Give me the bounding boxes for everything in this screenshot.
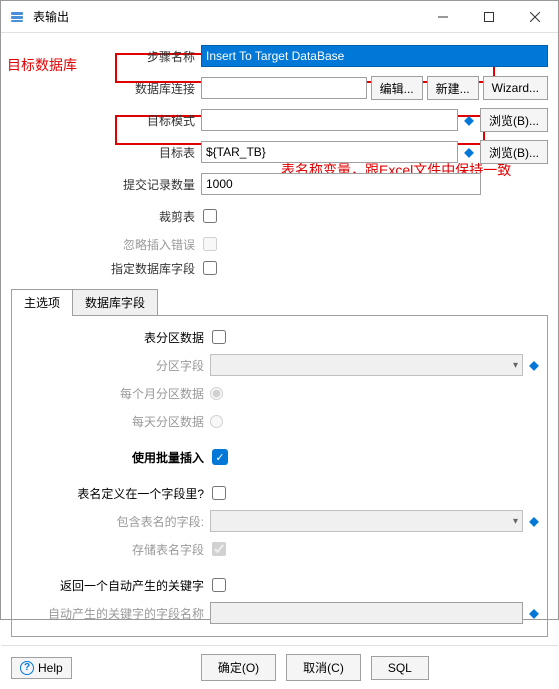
partition-checkbox[interactable] bbox=[212, 330, 226, 344]
diamond-icon: ◆ bbox=[462, 113, 476, 127]
target-table-label: 目标表 bbox=[11, 144, 201, 161]
diamond-icon: ◆ bbox=[527, 606, 541, 620]
specify-fields-label: 指定数据库字段 bbox=[11, 260, 201, 277]
app-icon bbox=[9, 9, 25, 25]
truncate-checkbox[interactable] bbox=[203, 209, 217, 223]
new-connection-button[interactable]: 新建... bbox=[427, 76, 479, 100]
diamond-icon: ◆ bbox=[462, 145, 476, 159]
monthly-partition-radio bbox=[210, 387, 223, 400]
return-key-checkbox[interactable] bbox=[212, 578, 226, 592]
truncate-label: 裁剪表 bbox=[11, 208, 201, 225]
tab-fields[interactable]: 数据库字段 bbox=[72, 289, 158, 315]
name-in-field-label: 表名定义在一个字段里? bbox=[18, 485, 210, 502]
browse-schema-button[interactable]: 浏览(B)... bbox=[480, 108, 548, 132]
commit-size-input[interactable] bbox=[201, 173, 481, 195]
specify-fields-checkbox[interactable] bbox=[203, 261, 217, 275]
return-key-label: 返回一个自动产生的关键字 bbox=[18, 577, 210, 594]
step-name-input[interactable] bbox=[201, 45, 548, 67]
wizard-button[interactable]: Wizard... bbox=[483, 76, 548, 100]
edit-connection-button[interactable]: 编辑... bbox=[371, 76, 423, 100]
name-field-label: 包含表名的字段: bbox=[18, 513, 210, 530]
ignore-errors-checkbox bbox=[203, 237, 217, 251]
connection-label: 数据库连接 bbox=[11, 80, 201, 97]
target-schema-label: 目标模式 bbox=[11, 112, 201, 129]
tab-main[interactable]: 主选项 bbox=[11, 289, 73, 315]
help-icon: ? bbox=[20, 661, 34, 675]
target-schema-input[interactable] bbox=[201, 109, 458, 131]
tab-body: 表分区数据 分区字段 ▾ ◆ 每个月分区数据 每天分区数据 使用批量插入 ✓ bbox=[11, 316, 548, 637]
partition-label: 表分区数据 bbox=[18, 329, 210, 346]
minimize-button[interactable] bbox=[420, 1, 466, 33]
content-area: 目标数据库 表名称变量，跟Excel文件中保持一致 步骤名称 数据库连接 编辑.… bbox=[1, 33, 558, 645]
daily-partition-radio bbox=[210, 415, 223, 428]
key-field-label: 自动产生的关键字的字段名称 bbox=[18, 605, 210, 622]
chevron-down-icon: ▾ bbox=[513, 360, 518, 371]
diamond-icon: ◆ bbox=[527, 514, 541, 528]
titlebar: 表输出 bbox=[1, 1, 558, 33]
browse-table-button[interactable]: 浏览(B)... bbox=[480, 140, 548, 164]
partition-field-label: 分区字段 bbox=[18, 357, 210, 374]
diamond-icon: ◆ bbox=[527, 358, 541, 372]
chevron-down-icon: ▾ bbox=[513, 516, 518, 527]
connection-input[interactable] bbox=[201, 77, 367, 99]
monthly-partition-label: 每个月分区数据 bbox=[18, 385, 210, 402]
ignore-errors-label: 忽略插入错误 bbox=[11, 236, 201, 253]
ok-button[interactable]: 确定(O) bbox=[201, 654, 276, 681]
target-table-input[interactable] bbox=[201, 141, 458, 163]
maximize-button[interactable] bbox=[466, 1, 512, 33]
window: 表输出 目标数据库 表名称变量，跟Excel文件中保持一致 步骤名称 数据库连接… bbox=[0, 0, 559, 620]
name-field-combo: ▾ bbox=[210, 510, 523, 532]
footer: ? Help 确定(O) 取消(C) SQL bbox=[1, 645, 558, 689]
commit-size-label: 提交记录数量 bbox=[11, 176, 201, 193]
tabs: 主选项 数据库字段 bbox=[11, 289, 548, 316]
window-title: 表输出 bbox=[33, 8, 420, 25]
close-button[interactable] bbox=[512, 1, 558, 33]
batch-insert-label: 使用批量插入 bbox=[18, 449, 210, 466]
daily-partition-label: 每天分区数据 bbox=[18, 413, 210, 430]
partition-field-combo: ▾ bbox=[210, 354, 523, 376]
name-in-field-checkbox[interactable] bbox=[212, 486, 226, 500]
store-name-label: 存储表名字段 bbox=[18, 541, 210, 558]
cancel-button[interactable]: 取消(C) bbox=[286, 654, 361, 681]
step-name-label: 步骤名称 bbox=[11, 48, 201, 65]
batch-insert-checkbox[interactable]: ✓ bbox=[212, 449, 228, 465]
help-button[interactable]: ? Help bbox=[11, 657, 72, 679]
sql-button[interactable]: SQL bbox=[371, 656, 429, 680]
store-name-checkbox bbox=[212, 542, 226, 556]
help-label: Help bbox=[38, 661, 63, 675]
key-field-input bbox=[210, 602, 523, 624]
